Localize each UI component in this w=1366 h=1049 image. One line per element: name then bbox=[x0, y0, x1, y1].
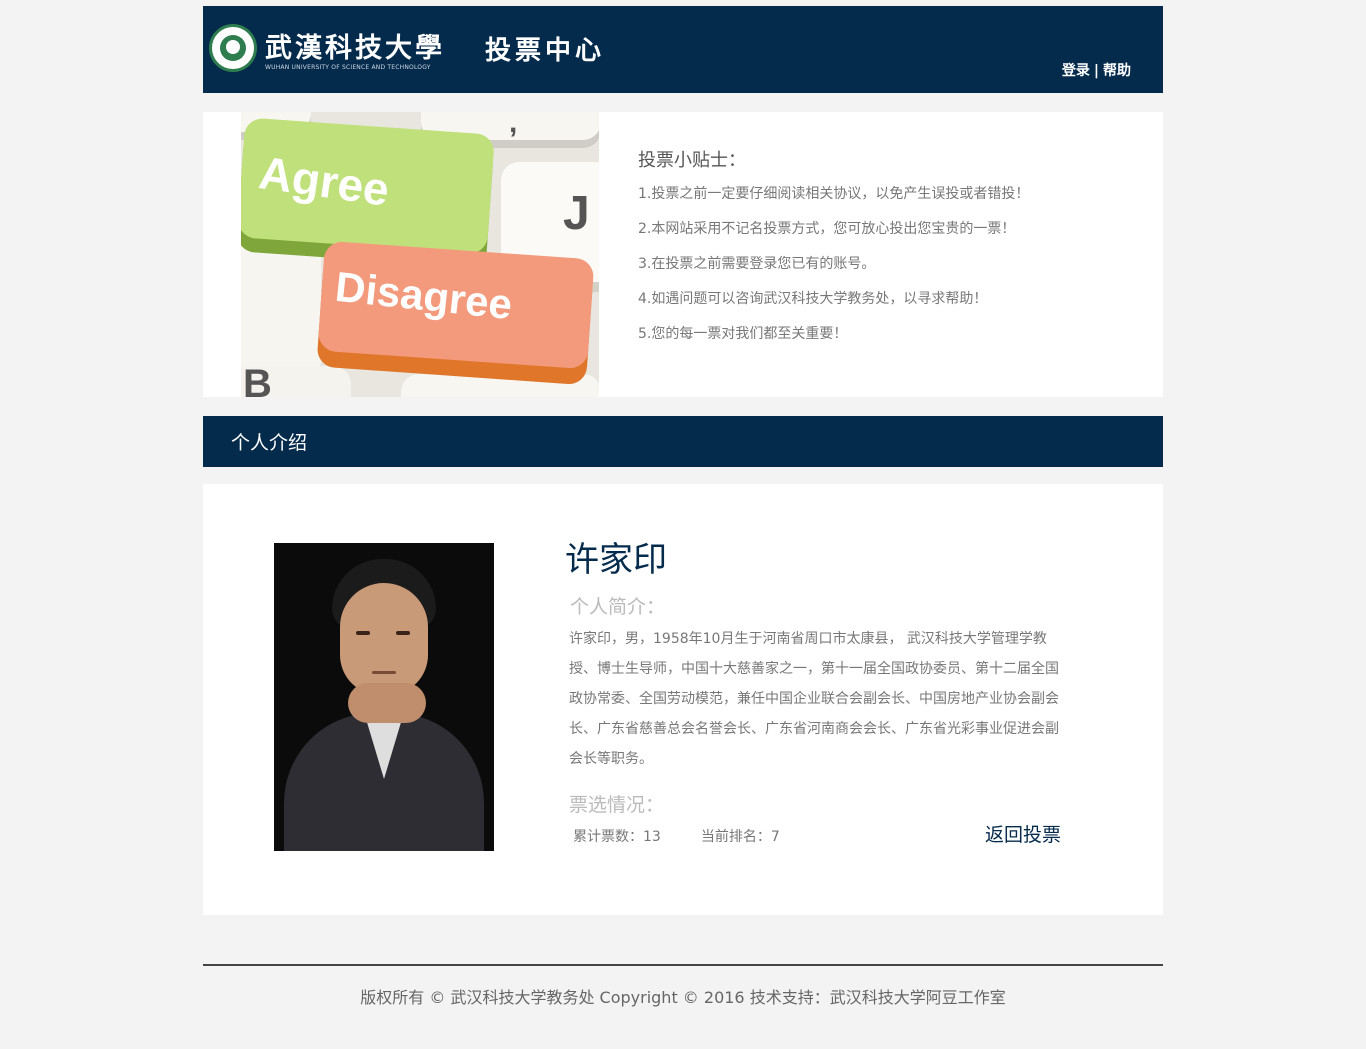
university-logo[interactable]: 武漢科技大學 WUHAN UNIVERSITY OF SCIENCE AND T… bbox=[209, 24, 453, 76]
section-title: 个人介绍 bbox=[231, 432, 308, 454]
footer-divider bbox=[203, 964, 1163, 966]
vote-status-label: 票选情况： bbox=[569, 794, 665, 816]
logo-chinese-name: 武漢科技大學 bbox=[265, 33, 445, 64]
logo-english-name: WUHAN UNIVERSITY OF SCIENCE AND TECHNOLO… bbox=[265, 64, 431, 71]
tip-item: 2.本网站采用不记名投票方式，您可放心投出您宝贵的一票！ bbox=[638, 221, 1016, 237]
agree-disagree-keyboard-image: , J B Agree Disagree bbox=[241, 112, 599, 397]
total-votes: 累计票数：13 bbox=[573, 829, 661, 845]
footer-copyright: 版权所有 © 武汉科技大学教务处 Copyright © 2016 技术支持：武… bbox=[360, 988, 1006, 1007]
link-separator: | bbox=[1093, 63, 1099, 79]
candidate-photo bbox=[274, 543, 494, 851]
site-header: 武漢科技大學 WUHAN UNIVERSITY OF SCIENCE AND T… bbox=[203, 6, 1163, 93]
candidate-name: 许家印 bbox=[565, 540, 667, 580]
tips-list: 1.投票之前一定要仔细阅读相关协议，以免产生误投或者错投！ 2.本网站采用不记名… bbox=[638, 182, 1029, 357]
help-link[interactable]: 帮助 bbox=[1103, 63, 1131, 79]
back-to-voting-link[interactable]: 返回投票 bbox=[985, 820, 1061, 847]
login-link[interactable]: 登录 bbox=[1062, 63, 1090, 79]
tip-item: 4.如遇问题可以咨询武汉科技大学教务处，以寻求帮助！ bbox=[638, 291, 988, 307]
university-seal-icon bbox=[209, 24, 257, 72]
intro-label: 个人简介： bbox=[570, 596, 666, 618]
current-rank: 当前排名：7 bbox=[700, 829, 780, 845]
site-title: 投票中心 bbox=[485, 36, 606, 66]
tips-title: 投票小贴士： bbox=[638, 150, 746, 171]
candidate-profile-panel: 许家印 个人简介： 许家印，男，1958年10月生于河南省周口市太康县， 武汉科… bbox=[203, 484, 1163, 915]
vote-stats: 累计票数：13 当前排名：7 bbox=[573, 826, 780, 846]
tip-item: 3.在投票之前需要登录您已有的账号。 bbox=[638, 256, 876, 272]
voting-tips-panel: , J B Agree Disagree 投票小贴士： 1.投票之前一定要仔细阅… bbox=[203, 112, 1163, 397]
tip-item: 5.您的每一票对我们都至关重要！ bbox=[638, 326, 848, 342]
intro-text: 许家印，男，1958年10月生于河南省周口市太康县， 武汉科技大学管理学教授、博… bbox=[569, 631, 1059, 767]
section-header: 个人介绍 bbox=[203, 416, 1163, 467]
header-links: 登录 | 帮助 bbox=[1062, 60, 1131, 80]
tip-item: 1.投票之前一定要仔细阅读相关协议，以免产生误投或者错投！ bbox=[638, 186, 1030, 202]
